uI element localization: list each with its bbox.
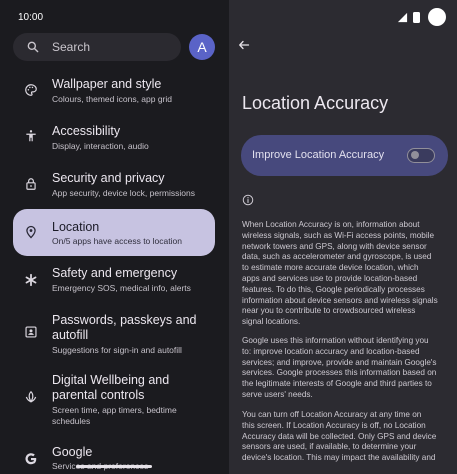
battery-icon xyxy=(413,11,420,23)
menu-item-subtitle: Display, interaction, audio xyxy=(52,141,149,151)
status-icons xyxy=(397,8,446,26)
text-line: to estimate more accurate device locatio… xyxy=(242,263,419,273)
toggle-label: Improve Location Accuracy xyxy=(252,149,385,161)
switch-knob xyxy=(410,151,419,159)
camera-cutout-icon xyxy=(428,8,446,26)
menu-item-title-line-2: autofill xyxy=(52,328,89,342)
menu-item-subtitle: On/5 apps have access to location xyxy=(52,236,182,246)
text-line: You can turn off Location Accuracy at an… xyxy=(242,410,422,419)
description-paragraph-1: When Location Accuracy is on, informatio… xyxy=(242,220,449,328)
menu-item-title-line-2: parental controls xyxy=(52,388,145,402)
description-paragraph-3: You can turn off Location Accuracy at an… xyxy=(242,410,449,464)
accessibility-icon xyxy=(26,130,36,142)
text-line: wireless signals, such as Wi-Fi access p… xyxy=(242,230,435,240)
menu-item-subtitle-line-1: Screen time, app timers, bedtime xyxy=(52,405,177,415)
text-line: When Location Accuracy is on, informatio… xyxy=(242,220,420,229)
menu-item-title: Location xyxy=(52,220,100,234)
menu-item-google[interactable]: Google Services and preferences xyxy=(13,436,215,474)
wellbeing-icon xyxy=(25,390,37,403)
account-box-icon xyxy=(25,326,37,338)
settings-screen: 10:00 Search A Wallpaper and style Colou… xyxy=(0,0,457,474)
menu-item-security[interactable]: Security and privacy App security, devic… xyxy=(13,164,215,204)
menu-item-safety[interactable]: Safety and emergency Emergency SOS, medi… xyxy=(13,259,215,299)
menu-item-wallpaper[interactable]: Wallpaper and style Colours, themed icon… xyxy=(13,70,215,110)
menu-item-passwords[interactable]: Passwords, passkeys and autofill Suggest… xyxy=(13,306,215,358)
location-pin-icon xyxy=(26,225,36,239)
text-line: near you to contribute to crowdsourced w… xyxy=(242,306,416,316)
search-bar[interactable]: Search xyxy=(13,33,181,61)
text-line: information about device sensors and wir… xyxy=(242,295,438,305)
back-arrow-icon[interactable] xyxy=(238,39,250,51)
text-line: services; and improve, provide and maint… xyxy=(242,357,437,367)
page-title: Location Accuracy xyxy=(242,93,389,113)
account-avatar[interactable]: A xyxy=(189,34,215,60)
status-time: 10:00 xyxy=(18,12,44,23)
text-line: signal locations. xyxy=(242,317,301,327)
text-line: features. To do this, Google periodicall… xyxy=(242,284,425,294)
location-accuracy-pane: Location Accuracy Improve Location Accur… xyxy=(229,0,457,474)
status-bar: 10:00 xyxy=(0,0,457,34)
text-line: network towers and GPS, along with devic… xyxy=(242,241,427,251)
text-line: to: improve location accuracy and locati… xyxy=(242,346,420,356)
improve-location-accuracy-switch[interactable] xyxy=(407,148,435,163)
info-icon xyxy=(242,194,254,206)
asterisk-icon xyxy=(25,273,37,287)
signal-icon xyxy=(397,12,408,22)
palette-icon xyxy=(25,84,37,96)
menu-item-title: Safety and emergency xyxy=(52,266,178,280)
improve-location-accuracy-toggle-card[interactable]: Improve Location Accuracy xyxy=(241,135,448,176)
text-line: apps and services use to provide locatio… xyxy=(242,273,418,283)
menu-item-subtitle-line-2: schedules xyxy=(52,416,91,426)
menu-item-title: Google xyxy=(52,445,93,459)
text-line: device's location. This may impact the a… xyxy=(242,453,436,463)
description-paragraph-2: Google uses this information without ide… xyxy=(242,336,449,401)
home-indicator[interactable] xyxy=(76,465,152,468)
google-icon xyxy=(25,453,37,465)
menu-item-title: Accessibility xyxy=(52,124,121,138)
menu-item-title: Security and privacy xyxy=(52,171,165,185)
menu-item-subtitle: Suggestions for sign-in and autofill xyxy=(52,345,182,355)
menu-item-subtitle: Colours, themed icons, app grid xyxy=(52,94,173,104)
text-line: serve users' needs. xyxy=(242,389,313,399)
menu-item-location[interactable]: Location On/5 apps have access to locati… xyxy=(13,209,215,256)
menu-item-subtitle: Emergency SOS, medical info, alerts xyxy=(52,283,191,293)
menu-item-title-line-1: Digital Wellbeing and xyxy=(52,373,170,387)
text-line: this screen. If Location Accuracy is off… xyxy=(242,420,426,430)
text-line: the legitimate interests of Google and t… xyxy=(242,379,432,389)
menu-item-title-line-1: Passwords, passkeys and xyxy=(52,313,197,327)
menu-item-accessibility[interactable]: Accessibility Display, interaction, audi… xyxy=(13,117,215,157)
search-placeholder: Search xyxy=(52,40,91,54)
text-line: services. Google processes this informat… xyxy=(242,368,437,378)
text-line: Accuracy data will be collected. Only GP… xyxy=(242,431,437,441)
search-icon xyxy=(27,41,39,53)
menu-item-title: Wallpaper and style xyxy=(52,77,162,91)
text-line: Google uses this information without ide… xyxy=(242,336,429,345)
menu-item-subtitle: App security, device lock, permissions xyxy=(52,188,195,198)
text-line: sensors are used, if available, to deter… xyxy=(242,442,417,452)
lock-icon xyxy=(26,178,36,190)
text-line: data, such as accelerometer and gyroscop… xyxy=(242,252,432,262)
menu-item-digital-wellbeing[interactable]: Digital Wellbeing and parental controls … xyxy=(13,366,215,428)
settings-list-pane: Search A Wallpaper and style Colours, th… xyxy=(0,0,229,474)
